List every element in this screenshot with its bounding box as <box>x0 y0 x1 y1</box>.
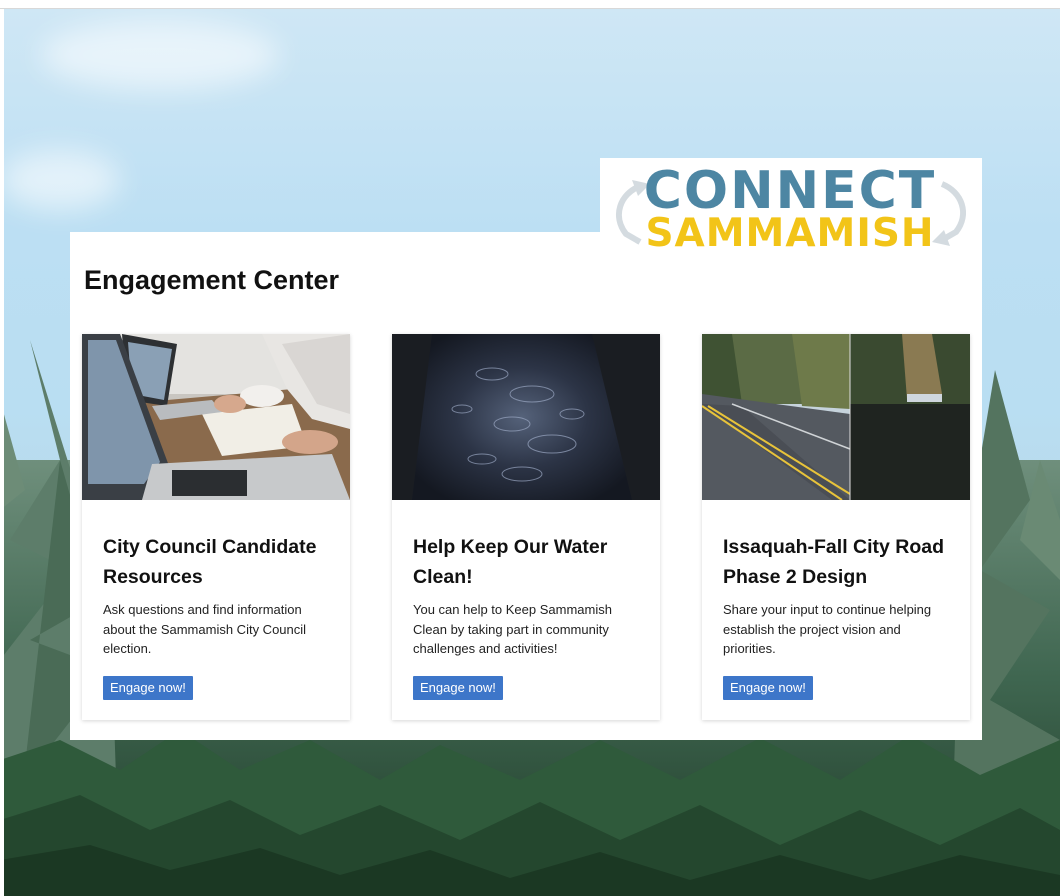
card-title: Issaquah-Fall City Road Phase 2 Design <box>723 536 945 588</box>
top-border <box>0 0 1060 9</box>
engage-now-button[interactable]: Engage now! <box>103 676 193 700</box>
page-title: Engagement Center <box>84 265 340 295</box>
engagement-panel: Engagement Center City Council Candidate… <box>70 232 982 740</box>
card-description: Ask questions and find information about… <box>103 602 307 656</box>
engagement-card[interactable]: Help Keep Our Water Clean! You can help … <box>392 334 660 720</box>
connect-sammamish-logo[interactable]: CONNECT SAMMAMISH <box>600 158 982 262</box>
engagement-card[interactable]: Issaquah-Fall City Road Phase 2 Design S… <box>702 334 970 720</box>
cloud-shape <box>40 20 280 90</box>
card-description: You can help to Keep Sammamish Clean by … <box>413 602 612 656</box>
logo-sammamish-text: SAMMAMISH <box>645 211 935 256</box>
engage-now-button[interactable]: Engage now! <box>723 676 813 700</box>
left-edge <box>0 8 4 896</box>
card-description: Share your input to continue helping est… <box>723 602 932 656</box>
engage-now-button[interactable]: Engage now! <box>413 676 503 700</box>
cloud-shape <box>0 150 120 210</box>
page: Engagement Center City Council Candidate… <box>0 0 1060 896</box>
rain-puddle-photo[interactable] <box>392 334 660 500</box>
card-title: Help Keep Our Water Clean! <box>413 536 608 588</box>
card-title: City Council Candidate Resources <box>103 536 317 588</box>
laptop-meeting-photo[interactable] <box>82 334 350 500</box>
road-and-pond-photo[interactable] <box>702 334 970 500</box>
engagement-card[interactable]: City Council Candidate Resources Ask que… <box>82 334 350 720</box>
